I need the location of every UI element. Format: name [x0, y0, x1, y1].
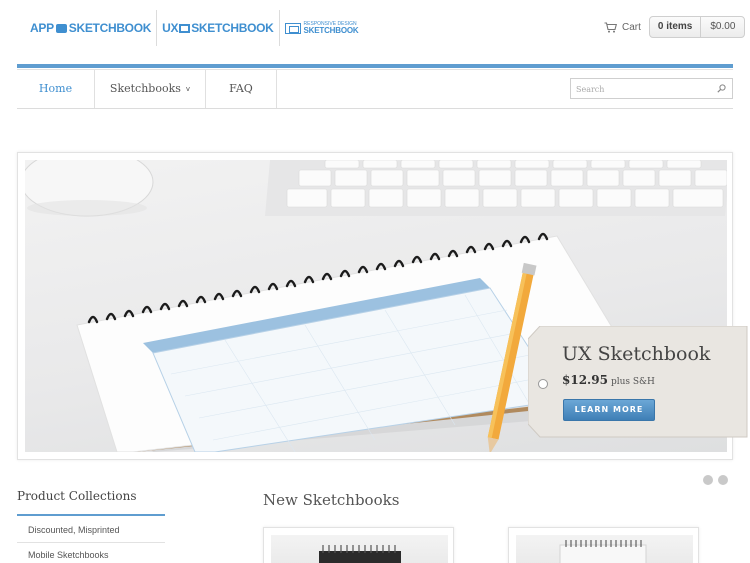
logo-responsive-sketchbook[interactable]: RESPONSIVE DESIGN SKETCHBOOK: [284, 10, 359, 46]
logo-divider: [278, 10, 280, 46]
hero-product-title: UX Sketchbook: [562, 343, 711, 365]
logo-rd-text: RESPONSIVE DESIGN SKETCHBOOK: [303, 21, 359, 35]
product-card[interactable]: [508, 527, 699, 563]
hero-price-row: $12.95 plus S&H: [562, 369, 655, 388]
nav-item-sketchbooks[interactable]: Sketchbooks v: [95, 70, 206, 108]
logo-ux-sketchbook[interactable]: UX SKETCHBOOK: [162, 10, 274, 46]
logo-divider: [156, 10, 158, 46]
slider-dot[interactable]: [718, 475, 728, 485]
product-collections-title: Product Collections: [17, 489, 137, 503]
product-image: [271, 535, 448, 563]
logo-ux-suffix: SKETCHBOOK: [191, 21, 274, 35]
window-glyph-icon: [179, 23, 191, 33]
logo-rd-big: SKETCHBOOK: [303, 25, 359, 35]
slider-dot[interactable]: [703, 475, 713, 485]
phone-glyph-icon: [55, 23, 67, 33]
collection-item-discounted[interactable]: Discounted, Misprinted: [17, 518, 165, 543]
logo-app-prefix: APP: [30, 21, 54, 35]
new-sketchbooks-title: New Sketchbooks: [263, 491, 400, 509]
product-image: [516, 535, 693, 563]
product-collections-list: Discounted, Misprinted Mobile Sketchbook…: [17, 518, 165, 563]
search-icon[interactable]: [717, 84, 726, 93]
nav-item-sketchbooks-label: Sketchbooks: [109, 82, 181, 95]
hero-price-note: plus S&H: [610, 377, 655, 387]
logo-app-suffix: SKETCHBOOK: [68, 21, 152, 35]
site-header: APP SKETCHBOOK UX SKETCHBOOK RESPONSIVE …: [0, 0, 750, 64]
search-input[interactable]: [571, 80, 706, 99]
search-box: [570, 78, 733, 99]
nav-item-home[interactable]: Home: [17, 70, 95, 108]
logo-app-sketchbook[interactable]: APP SKETCHBOOK: [30, 10, 151, 46]
cart-icon: [604, 21, 617, 33]
nav-item-faq[interactable]: FAQ: [206, 70, 277, 108]
cart-summary[interactable]: 0 items $0.00: [648, 16, 746, 38]
collection-item-mobile[interactable]: Mobile Sketchbooks: [17, 543, 165, 563]
header-divider: [17, 64, 733, 68]
main-nav: Home Sketchbooks v FAQ: [17, 69, 733, 109]
product-card[interactable]: [263, 527, 454, 563]
cart-label[interactable]: Cart: [622, 22, 641, 33]
devices-glyph-icon: [284, 22, 301, 34]
product-collections-divider: [17, 514, 165, 516]
chevron-down-icon: v: [185, 85, 191, 93]
hero-price: $12.95: [562, 373, 608, 387]
product-thumbnail: [319, 545, 401, 563]
cart-total: $0.00: [710, 21, 736, 32]
product-thumbnail: [559, 540, 647, 563]
learn-more-button[interactable]: LEARN MORE: [563, 399, 655, 421]
logo-group: APP SKETCHBOOK UX SKETCHBOOK RESPONSIVE …: [30, 10, 359, 46]
logo-ux-prefix: UX: [162, 21, 179, 35]
cart-item-count: 0 items: [650, 17, 702, 37]
cart-widget[interactable]: Cart 0 items $0.00: [604, 16, 746, 38]
slider-pagination: [698, 475, 728, 485]
